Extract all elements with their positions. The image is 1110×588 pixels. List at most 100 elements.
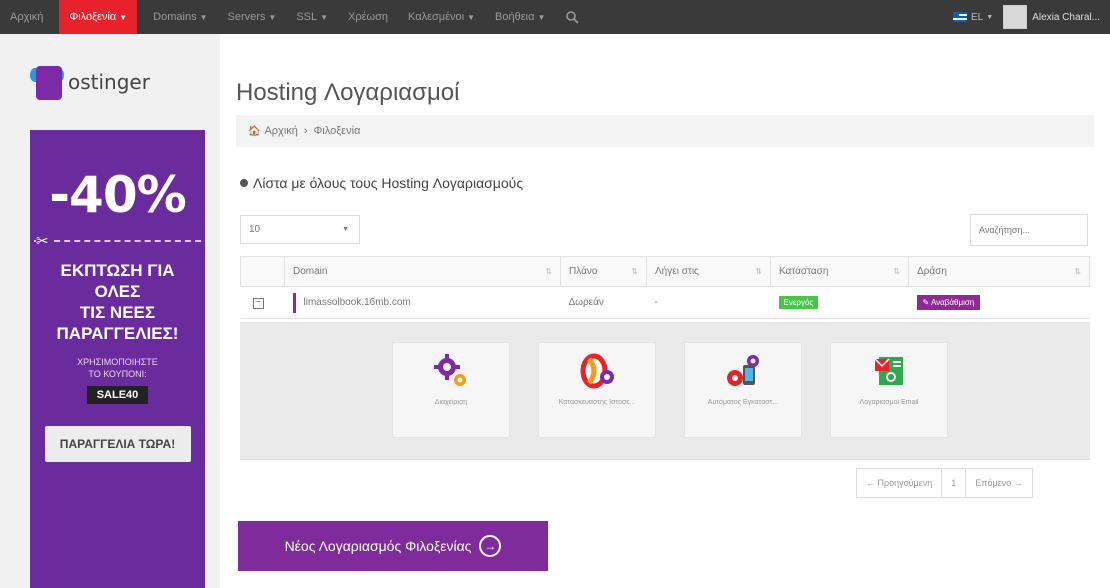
promo-headline-line: ΟΛΕΣ [94,282,141,301]
nav-label: Φιλοξενία [69,11,117,23]
status-cell: Ενεργός [770,286,909,319]
section-title-text: Λίστα με όλους τους Hosting Λογαριασμούς [253,175,524,191]
gears-icon [393,343,509,399]
promo-headline-line: ΠΑΡΑΓΓΕΛΙΕΣ! [56,324,179,343]
nav-help[interactable]: Βοήθεια ▼ [485,0,555,34]
new-hosting-account-button[interactable]: Νέος Λογαριασμός Φιλοξενίας → [238,521,548,571]
expand-cell: − [240,286,285,319]
tile-email-accounts[interactable]: Λογαριασμοί Email [830,342,948,438]
promo-headline: ΕΚΠΤΩΣΗ ΓΙΑ ΟΛΕΣ ΤΙΣ ΝΕΕΣ ΠΑΡΑΓΓΕΛΙΕΣ! [30,260,205,344]
page-length-value: 10 [249,224,261,235]
action-cell: ✎ Αναβάθμιση [908,286,1090,319]
user-name: Alexia Charal... [1032,11,1100,23]
nav-servers[interactable]: Servers ▼ [218,0,287,34]
table-row: − limassolbook.16mb.com Δωρεάν - Ενεργός… [240,286,1090,319]
user-menu[interactable]: Alexia Charal... [1003,0,1110,34]
promo-discount: -40% [49,166,186,224]
column-header-label: Κατάσταση [779,266,829,277]
sort-icon: ⇅ [545,267,552,276]
table-search-input[interactable] [970,214,1088,246]
promo-headline-line: ΤΙΣ ΝΕΕΣ [79,303,156,322]
plan-cell: Δωρεάν [560,286,647,319]
tile-label: Κατασκευαστής Ιστοσε... [558,399,636,406]
table-header-row: Domain ⇅ Πλάνο ⇅ Λήγει στις ⇅ Κατάσταση ⇅ Δρ… [240,256,1090,287]
column-header-plan[interactable]: Πλάνο ⇅ [560,256,647,287]
expires-cell: - [646,286,771,319]
nav-label: Χρέωση [348,11,389,23]
pagination-page[interactable]: 1 [941,469,965,497]
avatar [1003,5,1028,29]
chevron-down-icon: ▼ [320,12,329,22]
chevron-down-icon: ▼ [268,12,277,22]
arrow-right-circle-icon: → [479,535,502,557]
new-account-label: Νέος Λογαριασμός Φιλοξενίας [284,538,472,554]
pagination-previous[interactable]: ← Προηγούμενη [857,469,941,497]
nav-label: SSL [296,11,318,23]
sidebar: ostinger -40% ✂ ΕΚΠΤΩΣΗ ΓΙΑ ΟΛΕΣ ΤΙΣ ΝΕΕ… [0,34,220,588]
tile-website-builder[interactable]: Κατασκευαστής Ιστοσε... [538,342,656,438]
top-navbar: Αρχική Φιλοξενία ▼ Domains ▼ Servers ▼ SSL ▼… [0,0,1110,34]
hostinger-logo[interactable]: ostinger [30,52,200,112]
promo-banner[interactable]: -40% ✂ ΕΚΠΤΩΣΗ ΓΙΑ ΟΛΕΣ ΤΙΣ ΝΕΕΣ ΠΑΡΑΓΓΕ… [30,130,205,588]
nav-domains[interactable]: Domains ▼ [143,0,217,34]
account-quick-actions: Διαχείριση Κατασκευαστής Ιστοσε... Αυτόμ… [240,322,1090,460]
nav-label: Αρχική [10,11,44,23]
coupon-label-line: ΤΟ ΚΟΥΠΟΝΙ: [88,369,147,379]
nav-hosting[interactable]: Φιλοξενία ▼ [59,0,138,34]
column-header-label: Λήγει στις [655,266,699,277]
page-title: Hosting Λογαριασμοί [236,79,460,106]
main-content: Hosting Λογαριασμοί 🏠 Αρχική › Φιλοξενία… [220,34,1110,588]
column-header-domain[interactable]: Domain ⇅ [284,256,561,287]
promo-headline-line: ΕΚΠΤΩΣΗ ΓΙΑ [60,261,175,280]
dashed-cut-line: ✂ [34,232,201,252]
pagination-next[interactable]: Επόμενο → [965,469,1031,497]
breadcrumb-current: Φιλοξενία [313,125,361,137]
edit-icon: ✎ [922,298,931,307]
coupon-label-line: ΧΡΗΣΙΜΟΠΟΙΗΣΤΕ [77,357,158,367]
logo-text: ostinger [68,70,150,94]
coupon-code: SALE40 [86,386,149,404]
nav-label: Καλεσμένοι [408,11,465,23]
breadcrumb: 🏠 Αρχική › Φιλοξενία [236,115,1094,147]
nav-home[interactable]: Αρχική [0,0,53,34]
column-header-label: Domain [293,266,328,277]
website-builder-icon [539,343,655,399]
collapse-icon[interactable]: − [252,297,264,309]
order-now-button[interactable]: ΠΑΡΑΓΓΕΛΙΑ ΤΩΡΑ! [44,426,191,462]
nav-ssl[interactable]: SSL ▼ [286,0,338,34]
tile-manage[interactable]: Διαχείριση [392,342,510,438]
tile-auto-installer[interactable]: Αυτόματος Εγκαταστ... [684,342,802,438]
breadcrumb-home[interactable]: Αρχική [264,125,297,137]
nav-label: Βοήθεια [495,11,535,23]
nav-label: Servers [227,11,266,23]
page-length-select[interactable]: 10 ▼ [240,215,360,244]
column-header-expand [240,256,285,287]
status-badge: Ενεργός [778,296,819,309]
sort-icon: ⇅ [893,267,900,276]
circle-icon [240,179,248,187]
language-selector[interactable]: EL ▼ [943,0,1003,34]
hostinger-logo-icon [30,62,64,102]
column-header-status[interactable]: Κατάσταση ⇅ [770,256,909,287]
upgrade-button-label: Αναβάθμιση [930,298,975,307]
upgrade-button[interactable]: ✎ Αναβάθμιση [916,295,981,310]
chevron-down-icon: ▼ [199,12,208,22]
domain-cell: limassolbook.16mb.com [284,286,561,319]
sort-icon: ⇅ [631,267,638,276]
nav-label: Domains [153,11,197,23]
coupon-label: ΧΡΗΣΙΜΟΠΟΙΗΣΤΕ ΤΟ ΚΟΥΠΟΝΙ: [30,356,205,380]
auto-installer-icon [685,343,801,399]
greek-flag-icon [953,12,968,22]
nav-referrals[interactable]: Καλεσμένοι ▼ [398,0,485,34]
domain-name[interactable]: limassolbook.16mb.com [292,292,411,313]
pagination: ← Προηγούμενη 1 Επόμενο → [856,468,1033,498]
search-icon[interactable] [555,0,589,34]
nav-billing[interactable]: Χρέωση [338,0,398,34]
sort-icon: ⇅ [755,267,762,276]
column-header-action[interactable]: Δράση ⇅ [908,256,1090,287]
chevron-down-icon: ▼ [467,12,476,22]
section-title: Λίστα με όλους τους Hosting Λογαριασμούς [240,175,523,191]
column-header-expires[interactable]: Λήγει στις ⇅ [646,256,771,287]
email-accounts-icon [831,343,947,399]
tile-label: Διαχείριση [434,399,468,406]
